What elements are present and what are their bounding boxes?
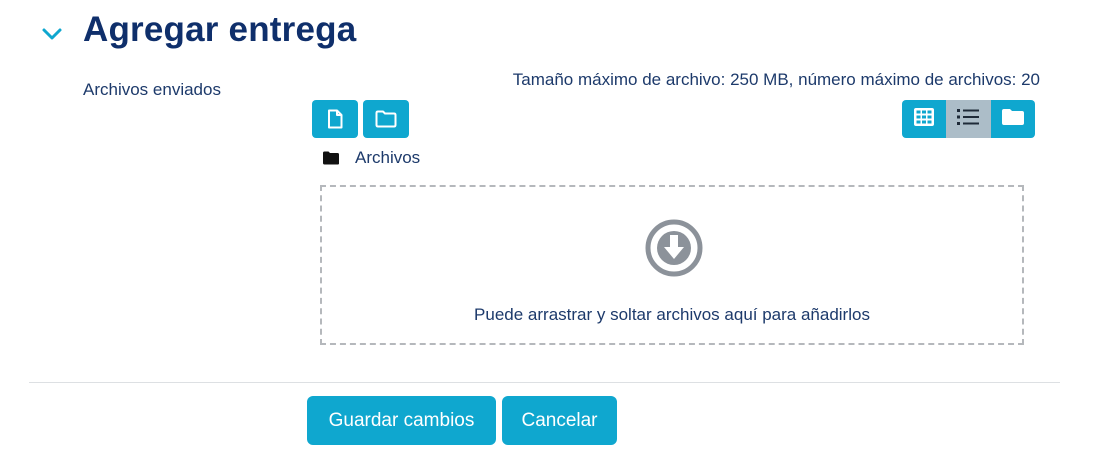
page: Agregar entrega Archivos enviados Tamaño…: [0, 0, 1095, 469]
divider: [29, 382, 1060, 383]
file-icon: [327, 109, 343, 129]
cancel-button[interactable]: Cancelar: [502, 396, 617, 445]
add-folder-button[interactable]: [363, 100, 409, 138]
save-button[interactable]: Guardar cambios: [307, 396, 496, 445]
path-folder-link[interactable]: Archivos: [355, 148, 420, 168]
list-icon: [957, 108, 980, 131]
view-switcher: [902, 100, 1035, 138]
field-label: Archivos enviados: [83, 80, 221, 99]
grid-icon: [914, 107, 935, 131]
list-view-button[interactable]: [946, 100, 991, 138]
file-dropzone[interactable]: Puede arrastrar y soltar archivos aquí p…: [320, 185, 1024, 345]
folder-icon: [1001, 108, 1024, 131]
section-title: Agregar entrega: [83, 10, 357, 49]
breadcrumb: Archivos: [323, 148, 420, 168]
grid-view-button[interactable]: [902, 100, 947, 138]
chevron-down-icon[interactable]: [40, 22, 64, 46]
tree-view-button[interactable]: [990, 100, 1035, 138]
folder-icon: [323, 151, 339, 165]
folder-open-icon: [375, 110, 397, 128]
download-circle-icon: [644, 218, 704, 278]
add-file-button[interactable]: [312, 100, 358, 138]
dropzone-text: Puede arrastrar y soltar archivos aquí p…: [474, 305, 870, 324]
file-limits-text: Tamaño máximo de archivo: 250 MB, número…: [512, 70, 1040, 89]
